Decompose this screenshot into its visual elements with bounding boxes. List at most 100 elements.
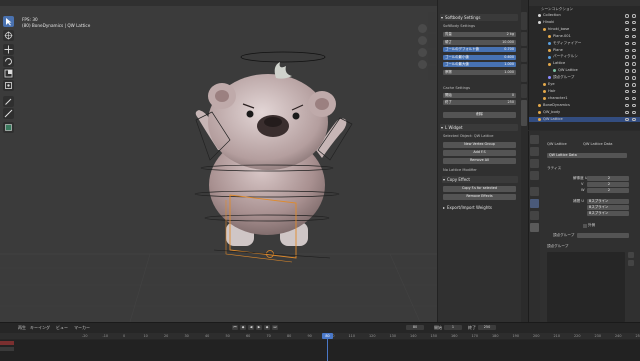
timeline-menu-marker[interactable]: マーカー bbox=[74, 325, 90, 331]
render-camera-icon[interactable] bbox=[632, 35, 636, 39]
visibility-eye-icon[interactable] bbox=[625, 42, 629, 46]
interpolation-u-select[interactable]: Bスプライン bbox=[587, 199, 629, 204]
sidebar-tab-create[interactable] bbox=[428, 66, 436, 80]
playhead-frame-badge[interactable]: 80 bbox=[322, 333, 333, 339]
tool-props-tab-icon[interactable] bbox=[530, 135, 539, 144]
render-camera-icon[interactable] bbox=[632, 97, 636, 101]
cache-field-0[interactable]: 開始0 bbox=[443, 93, 516, 98]
resolution-v-field[interactable]: 2 bbox=[587, 182, 629, 187]
visibility-eye-icon[interactable] bbox=[625, 104, 629, 108]
visibility-eye-icon[interactable] bbox=[625, 62, 629, 66]
outliner-row[interactable]: Plane.001 bbox=[529, 34, 640, 40]
sidebar-tab-view[interactable] bbox=[428, 50, 436, 64]
camera-view-icon[interactable] bbox=[418, 48, 427, 57]
pan-hand-icon[interactable] bbox=[418, 36, 427, 45]
jump-end-button[interactable]: ⏭ bbox=[272, 325, 278, 330]
visibility-eye-icon[interactable] bbox=[625, 49, 629, 53]
export-import-weights-header[interactable]: Export/Import Weights bbox=[442, 204, 518, 211]
visibility-eye-icon[interactable] bbox=[625, 76, 629, 80]
visibility-eye-icon[interactable] bbox=[625, 111, 629, 115]
sidebar-tab-item[interactable] bbox=[428, 12, 436, 32]
outliner-row[interactable]: モディファイアー bbox=[529, 41, 640, 47]
vertex-group-field[interactable] bbox=[577, 233, 629, 238]
perspective-toggle-icon[interactable] bbox=[418, 60, 427, 69]
softbody-field-4[interactable]: ゴールの最大値1.000 bbox=[443, 62, 516, 67]
outliner-row[interactable]: Plane bbox=[529, 48, 640, 54]
vertical-tab-tool[interactable] bbox=[521, 32, 527, 46]
outliner-row[interactable]: QW Lattice bbox=[529, 117, 640, 123]
visibility-eye-icon[interactable] bbox=[625, 28, 629, 32]
3d-viewport[interactable]: FPS: 30 (80) BoneDynamics | QW Lattice bbox=[0, 0, 437, 322]
outliner-row[interactable]: BoneDynamics bbox=[529, 103, 640, 109]
visibility-eye-icon[interactable] bbox=[625, 14, 629, 18]
vertical-tab-edit[interactable] bbox=[521, 84, 527, 98]
outliner-row[interactable]: Lattice bbox=[529, 61, 640, 67]
copy-fs-button[interactable]: Copy F.s for selected bbox=[443, 186, 516, 192]
render-camera-icon[interactable] bbox=[632, 49, 636, 53]
outliner-row[interactable]: 頂点グループ bbox=[529, 75, 640, 81]
softbody-field-0[interactable]: 質量2 kg bbox=[443, 32, 516, 37]
outliner-row[interactable]: QW_body bbox=[529, 110, 640, 116]
outliner-row[interactable]: Hinoki bbox=[529, 20, 640, 26]
resolution-u-field[interactable]: 2 bbox=[587, 176, 629, 181]
softbody-field-5[interactable]: 摩擦1.000 bbox=[443, 70, 516, 75]
start-frame-field[interactable]: 1 bbox=[444, 325, 462, 330]
render-camera-icon[interactable] bbox=[632, 69, 636, 73]
vertical-tab-qw[interactable] bbox=[521, 100, 527, 126]
visibility-eye-icon[interactable] bbox=[625, 118, 629, 122]
interpolation-v-select[interactable]: Bスプライン bbox=[587, 205, 629, 210]
render-camera-icon[interactable] bbox=[632, 104, 636, 108]
widget-header[interactable]: L Widget bbox=[440, 124, 518, 131]
render-camera-icon[interactable] bbox=[632, 21, 636, 25]
interpolation-w-select[interactable]: Bスプライン bbox=[587, 211, 629, 216]
sidebar-tab-tool[interactable] bbox=[428, 34, 436, 48]
scene-props-tab-icon[interactable] bbox=[530, 171, 539, 180]
physics-props-tab-icon[interactable] bbox=[530, 211, 539, 220]
new-vertex-group-button[interactable]: New Vertex Group bbox=[443, 142, 516, 148]
modifier-props-tab-icon[interactable] bbox=[530, 199, 539, 208]
play-reverse-button[interactable]: ◀ bbox=[248, 325, 254, 330]
visibility-eye-icon[interactable] bbox=[625, 35, 629, 39]
lattice-section-header[interactable]: ラティス bbox=[547, 166, 561, 171]
outliner-row[interactable]: hinoki_base bbox=[529, 27, 640, 33]
add-fs-button[interactable]: Add F.S bbox=[443, 150, 516, 156]
timeline-menu-view[interactable]: ビュー bbox=[56, 325, 68, 331]
remove-vertex-group-icon[interactable] bbox=[628, 260, 634, 266]
render-camera-icon[interactable] bbox=[632, 83, 636, 87]
cache-field-1[interactable]: 終了250 bbox=[443, 100, 516, 105]
visibility-eye-icon[interactable] bbox=[625, 97, 629, 101]
visibility-eye-icon[interactable] bbox=[625, 83, 629, 87]
render-camera-icon[interactable] bbox=[632, 90, 636, 94]
vertical-tab-view[interactable] bbox=[521, 48, 527, 62]
softbody-field-2[interactable]: ゴールのデフォルト値0.700 bbox=[443, 47, 516, 52]
outliner-row[interactable]: パーティクルシ bbox=[529, 54, 640, 60]
softbody-field-1[interactable]: 硬さ10.000 bbox=[443, 40, 516, 45]
visibility-eye-icon[interactable] bbox=[625, 21, 629, 25]
zoom-icon[interactable] bbox=[418, 24, 427, 33]
outliner-row[interactable]: QW Lattice bbox=[529, 68, 640, 74]
prev-key-button[interactable]: ◆ bbox=[240, 325, 246, 330]
timeline-menu-keying[interactable]: キーイング bbox=[30, 325, 50, 331]
visibility-eye-icon[interactable] bbox=[625, 90, 629, 94]
lattice-data-tab-icon[interactable] bbox=[530, 223, 539, 232]
vertical-tab-create[interactable] bbox=[521, 64, 527, 82]
render-camera-icon[interactable] bbox=[632, 76, 636, 80]
object-props-tab-icon[interactable] bbox=[530, 187, 539, 196]
softbody-delete-button[interactable]: 削除 bbox=[443, 112, 516, 118]
remove-effects-button[interactable]: Remove Effects bbox=[443, 194, 516, 200]
timeline-menu-playback[interactable]: 再生 bbox=[18, 325, 26, 331]
vertex-groups-list[interactable] bbox=[547, 252, 625, 322]
resolution-w-field[interactable]: 2 bbox=[587, 188, 629, 193]
render-camera-icon[interactable] bbox=[632, 42, 636, 46]
render-camera-icon[interactable] bbox=[632, 62, 636, 66]
softbody-field-3[interactable]: ゴールの最小値0.600 bbox=[443, 55, 516, 60]
next-key-button[interactable]: ◆ bbox=[264, 325, 270, 330]
output-props-tab-icon[interactable] bbox=[530, 159, 539, 168]
visibility-eye-icon[interactable] bbox=[625, 55, 629, 59]
softbody-header[interactable]: Softbody Settings bbox=[440, 14, 518, 21]
render-camera-icon[interactable] bbox=[632, 118, 636, 122]
current-frame-field[interactable]: 80 bbox=[406, 325, 424, 330]
remove-all-button[interactable]: Remove All bbox=[443, 158, 516, 164]
outliner-row[interactable]: Hair bbox=[529, 89, 640, 95]
render-camera-icon[interactable] bbox=[632, 55, 636, 59]
